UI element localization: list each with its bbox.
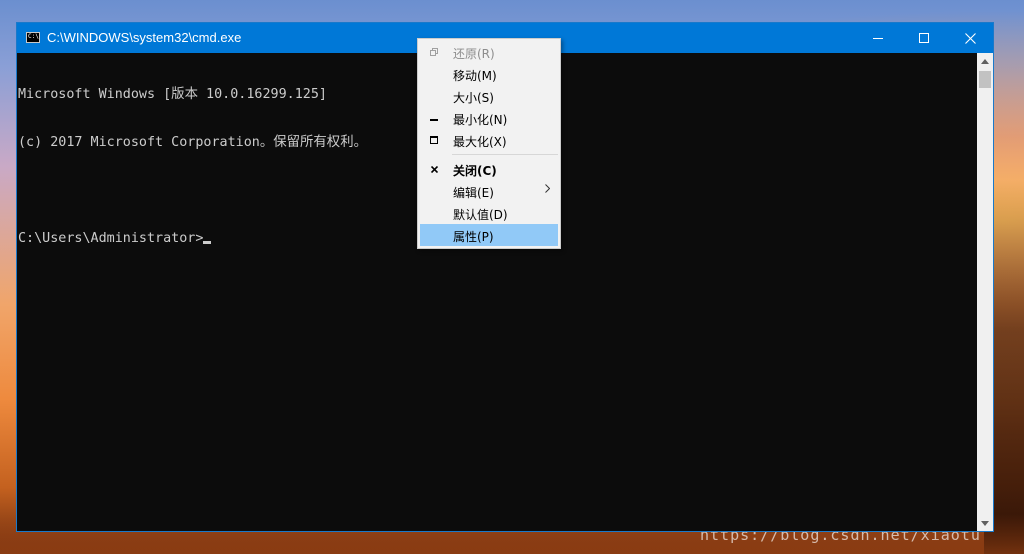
text-cursor	[203, 241, 212, 244]
cmd-app-icon[interactable]: C:\	[26, 32, 40, 43]
scrollbar-thumb[interactable]	[979, 71, 991, 88]
menu-item-move[interactable]: 移动(M)	[420, 63, 558, 85]
menu-item-label: 移动(M)	[453, 69, 497, 83]
menu-item-restore[interactable]: 还原(R)	[420, 41, 558, 63]
menu-item-label: 大小(S)	[453, 91, 494, 105]
command-prompt: C:\Users\Administrator>	[18, 231, 204, 246]
menu-item-defaults[interactable]: 默认值(D)	[420, 202, 558, 224]
menu-item-edit[interactable]: 编辑(E)	[420, 180, 558, 202]
chevron-right-icon	[545, 183, 551, 196]
menu-item-properties[interactable]: 属性(P)	[420, 224, 558, 246]
minimize-icon	[427, 107, 441, 129]
menu-item-label: 默认值(D)	[453, 208, 508, 222]
scroll-down-arrow-icon[interactable]	[977, 515, 993, 531]
menu-separator	[452, 154, 558, 155]
menu-item-size[interactable]: 大小(S)	[420, 85, 558, 107]
window-title: C:\WINDOWS\system32\cmd.exe	[47, 30, 242, 45]
menu-item-label: 编辑(E)	[453, 186, 494, 200]
menu-item-label: 属性(P)	[453, 230, 494, 244]
minimize-button[interactable]	[855, 23, 901, 53]
vertical-scrollbar[interactable]	[977, 53, 993, 531]
menu-item-label: 关闭(C)	[453, 164, 497, 178]
minimize-icon	[873, 38, 883, 39]
menu-item-label: 最小化(N)	[453, 113, 508, 127]
close-icon	[427, 158, 441, 180]
maximize-icon	[427, 129, 441, 151]
menu-item-label: 还原(R)	[453, 47, 495, 61]
restore-icon	[427, 41, 441, 63]
maximize-icon	[919, 33, 929, 43]
maximize-button[interactable]	[901, 23, 947, 53]
menu-item-maximize[interactable]: 最大化(X)	[420, 129, 558, 151]
close-icon	[964, 32, 976, 44]
menu-item-close[interactable]: 关闭(C)	[420, 158, 558, 180]
close-button[interactable]	[947, 23, 993, 53]
system-context-menu[interactable]: 还原(R) 移动(M) 大小(S) 最小化(N) 最大化(X) 关闭(C) 编辑…	[417, 38, 561, 249]
scroll-up-arrow-icon[interactable]	[977, 53, 993, 69]
menu-item-minimize[interactable]: 最小化(N)	[420, 107, 558, 129]
menu-item-label: 最大化(X)	[453, 135, 507, 149]
